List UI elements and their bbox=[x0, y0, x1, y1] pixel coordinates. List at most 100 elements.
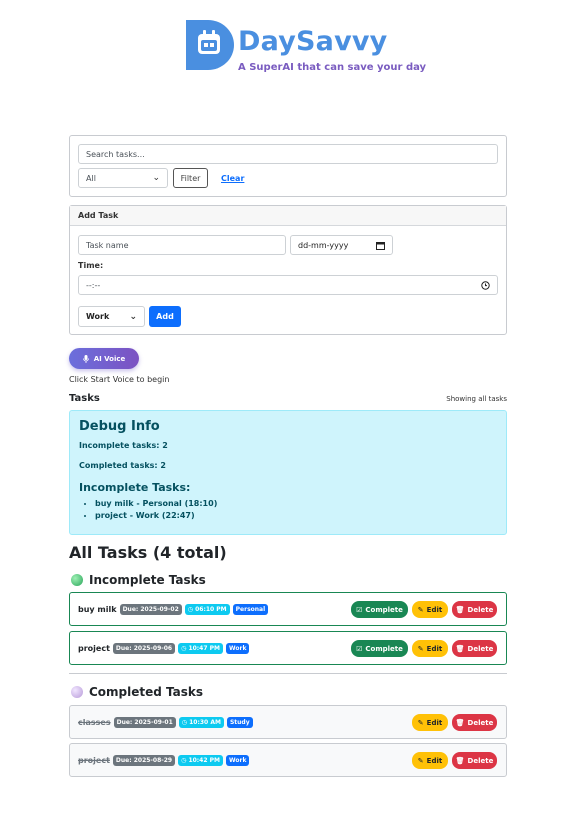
task-name: classes bbox=[78, 717, 111, 727]
edit-label: Edit bbox=[426, 605, 443, 614]
time-placeholder: --:-- bbox=[86, 280, 101, 290]
pencil-icon: ✎ bbox=[417, 718, 424, 727]
time-badge-text: 10:47 PM bbox=[188, 644, 220, 652]
due-badge: Due: 2025-08-29 bbox=[112, 754, 176, 766]
completed-title-text: Completed Tasks bbox=[89, 685, 204, 699]
edit-button[interactable]: ✎ Edit bbox=[412, 714, 448, 731]
chevron-down-icon: ⌄ bbox=[152, 173, 160, 183]
voice-hint: Click Start Voice to begin bbox=[69, 375, 170, 384]
task-name: project bbox=[78, 643, 110, 653]
time-badge-text: 10:30 AM bbox=[189, 718, 221, 726]
add-task-header: Add Task bbox=[70, 206, 506, 226]
delete-label: Delete bbox=[467, 644, 494, 653]
date-placeholder: dd-mm-yyyy bbox=[298, 240, 349, 250]
pencil-icon: ✎ bbox=[417, 756, 424, 765]
filter-button[interactable]: Filter bbox=[173, 168, 208, 188]
debug-list-item: project - Work (22:47) bbox=[95, 510, 497, 522]
delete-label: Delete bbox=[467, 718, 494, 727]
task-actions: ✎ Edit 🗑 Delete bbox=[412, 714, 497, 731]
section-divider bbox=[69, 673, 507, 674]
edit-label: Edit bbox=[426, 644, 443, 653]
category-badge: Personal bbox=[232, 603, 269, 615]
due-badge: Due: 2025-09-01 bbox=[113, 716, 176, 728]
task-actions: ✎ Edit 🗑 Delete bbox=[412, 752, 497, 769]
microphone-icon bbox=[82, 354, 89, 363]
clear-link[interactable]: Clear bbox=[221, 174, 244, 183]
category-select[interactable]: Work ⌄ bbox=[78, 306, 145, 327]
edit-button[interactable]: ✎ Edit bbox=[412, 601, 448, 618]
clock-icon[interactable] bbox=[481, 280, 490, 290]
task-row: buy milk Due: 2025-09-02 ◷ 06:10 PM Pers… bbox=[69, 592, 507, 626]
add-task-card: Add Task Task name dd-mm-yyyy Time: --:-… bbox=[69, 205, 507, 335]
complete-label: Complete bbox=[365, 605, 403, 614]
complete-button[interactable]: ☑ Complete bbox=[351, 601, 408, 618]
clock-icon: ◷ bbox=[187, 605, 196, 613]
time-badge: ◷ 06:10 PM bbox=[184, 603, 230, 615]
debug-info-panel: Debug Info Incomplete tasks: 2 Completed… bbox=[69, 410, 507, 535]
add-task-button[interactable]: Add bbox=[149, 306, 181, 327]
ai-voice-button[interactable]: AI Voice bbox=[69, 348, 139, 369]
delete-button[interactable]: 🗑 Delete bbox=[452, 601, 497, 618]
showing-status: Showing all tasks bbox=[446, 395, 507, 403]
task-name: project bbox=[78, 755, 110, 765]
pencil-icon: ✎ bbox=[417, 644, 424, 653]
daysavvy-logo-icon bbox=[186, 20, 234, 70]
time-badge: ◷ 10:42 PM bbox=[178, 754, 223, 766]
complete-button[interactable]: ☑ Complete bbox=[351, 640, 408, 657]
time-input[interactable]: --:-- bbox=[78, 275, 498, 295]
time-badge: ◷ 10:47 PM bbox=[178, 642, 223, 654]
chevron-down-icon: ⌄ bbox=[129, 311, 137, 322]
edit-label: Edit bbox=[426, 756, 443, 765]
time-badge-text: 10:42 PM bbox=[188, 756, 220, 764]
task-row: project Due: 2025-09-06 ◷ 10:47 PM Work … bbox=[69, 631, 507, 665]
debug-completed-count: Completed tasks: 2 bbox=[79, 461, 166, 470]
all-tasks-title: All Tasks (4 total) bbox=[69, 543, 227, 562]
delete-button[interactable]: 🗑 Delete bbox=[452, 640, 497, 657]
delete-label: Delete bbox=[467, 756, 494, 765]
edit-button[interactable]: ✎ Edit bbox=[412, 752, 448, 769]
trash-icon: 🗑 bbox=[455, 718, 465, 727]
category-badge: Work bbox=[226, 754, 250, 766]
delete-button[interactable]: 🗑 Delete bbox=[452, 714, 497, 731]
debug-list-title: Incomplete Tasks: bbox=[79, 481, 191, 494]
task-actions: ☑ Complete ✎ Edit 🗑 Delete bbox=[351, 640, 497, 657]
brand-name: DaySavvy bbox=[238, 26, 388, 57]
green-circle-icon bbox=[71, 574, 83, 586]
trash-icon: 🗑 bbox=[455, 644, 465, 653]
status-filter-select[interactable]: All ⌄ bbox=[78, 168, 168, 188]
task-name-input[interactable]: Task name bbox=[78, 235, 286, 255]
checkbox-icon: ☑ bbox=[356, 605, 363, 614]
task-row: classes Due: 2025-09-01 ◷ 10:30 AM Study… bbox=[69, 705, 507, 739]
calendar-icon[interactable] bbox=[376, 241, 385, 250]
debug-incomplete-count: Incomplete tasks: 2 bbox=[79, 441, 168, 450]
purple-circle-icon bbox=[71, 686, 83, 698]
trash-icon: 🗑 bbox=[455, 756, 465, 765]
delete-label: Delete bbox=[467, 605, 494, 614]
time-badge-text: 06:10 PM bbox=[195, 605, 227, 613]
category-value: Work bbox=[86, 312, 110, 321]
category-badge: Work bbox=[226, 642, 250, 654]
debug-list: buy milk - Personal (18:10) project - Wo… bbox=[79, 498, 497, 522]
due-date-input[interactable]: dd-mm-yyyy bbox=[290, 235, 393, 255]
debug-list-item: buy milk - Personal (18:10) bbox=[95, 498, 497, 510]
brand-tagline: A SuperAI that can save your day bbox=[238, 62, 427, 73]
time-badge: ◷ 10:30 AM bbox=[178, 716, 224, 728]
complete-label: Complete bbox=[365, 644, 403, 653]
task-name: buy milk bbox=[78, 604, 117, 614]
ai-voice-label: AI Voice bbox=[93, 354, 126, 363]
search-input[interactable]: Search tasks... bbox=[78, 144, 498, 164]
debug-title: Debug Info bbox=[79, 419, 160, 434]
incomplete-section-title: Incomplete Tasks bbox=[71, 573, 206, 587]
task-actions: ☑ Complete ✎ Edit 🗑 Delete bbox=[351, 601, 497, 618]
checkbox-icon: ☑ bbox=[356, 644, 363, 653]
pencil-icon: ✎ bbox=[417, 605, 424, 614]
status-filter-value: All bbox=[86, 173, 96, 183]
edit-button[interactable]: ✎ Edit bbox=[412, 640, 448, 657]
delete-button[interactable]: 🗑 Delete bbox=[452, 752, 497, 769]
tasks-heading: Tasks bbox=[69, 393, 100, 404]
completed-section-title: Completed Tasks bbox=[71, 685, 203, 699]
edit-label: Edit bbox=[426, 718, 443, 727]
task-row: project Due: 2025-08-29 ◷ 10:42 PM Work … bbox=[69, 743, 507, 777]
filter-card: Search tasks... All ⌄ Filter Clear bbox=[69, 135, 507, 197]
trash-icon: 🗑 bbox=[455, 605, 465, 614]
